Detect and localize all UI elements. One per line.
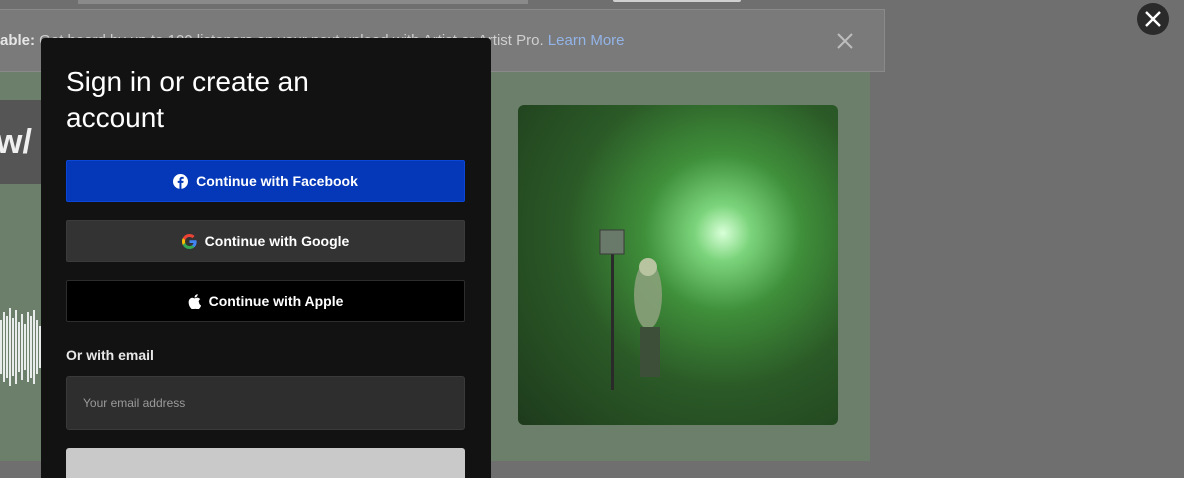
continue-with-facebook-button[interactable]: Continue with Facebook [66,160,465,202]
google-icon [181,233,197,249]
close-icon [1145,11,1161,27]
facebook-button-label: Continue with Facebook [196,173,358,189]
sign-in-modal: Sign in or create an account Continue wi… [41,38,491,478]
or-with-email-label: Or with email [66,347,154,363]
continue-with-google-button[interactable]: Continue with Google [66,220,465,262]
promo-banner-prefix: able: [0,32,36,49]
continue-button[interactable] [66,448,465,478]
track-artwork [518,105,838,425]
banner-close-icon[interactable] [836,32,854,50]
google-button-label: Continue with Google [204,233,350,249]
modal-title: Sign in or create an account [66,66,309,133]
facebook-icon [173,173,189,189]
continue-with-apple-button[interactable]: Continue with Apple [66,280,465,322]
search-bar-stub [78,0,528,4]
apple-button-label: Continue with Apple [208,293,344,309]
learn-more-link[interactable]: Learn More [548,32,625,49]
header-button-stub [613,0,741,2]
close-modal-button[interactable] [1137,3,1169,35]
apple-icon [188,293,201,309]
email-field[interactable] [66,376,465,430]
waveform[interactable] [0,306,44,388]
